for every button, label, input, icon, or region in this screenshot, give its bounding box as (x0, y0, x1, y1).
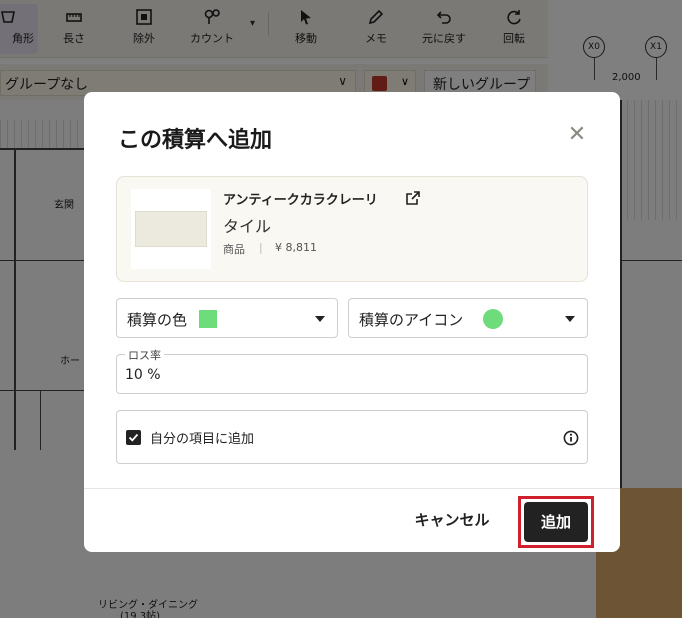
product-type: 商品 (223, 243, 245, 256)
external-link-icon[interactable] (405, 190, 421, 206)
product-name: アンティークカラクレーリ (223, 193, 378, 208)
add-to-my-items-row: 自分の項目に追加 (116, 410, 588, 464)
product-thumbnail (131, 189, 211, 269)
estimate-icon-swatch (483, 309, 503, 329)
product-separator: | (259, 241, 263, 254)
product-card: アンティークカラクレーリ タイル 商品 | ¥ 8,811 (116, 176, 588, 282)
dropdown-arrow-icon (565, 316, 575, 322)
info-icon[interactable] (563, 430, 579, 446)
add-to-my-items-checkbox[interactable] (126, 430, 141, 445)
cancel-button[interactable]: キャンセル (402, 504, 502, 536)
dropdown-arrow-icon (315, 316, 325, 322)
close-button[interactable]: ✕ (564, 122, 590, 148)
loss-rate-label: ロス率 (125, 347, 164, 363)
estimate-color-label: 積算の色 (127, 311, 188, 329)
check-icon (128, 433, 139, 442)
close-icon: ✕ (567, 122, 587, 147)
estimate-icon-label: 積算のアイコン (359, 311, 464, 329)
footer-divider (84, 488, 620, 489)
product-price: ¥ 8,811 (275, 241, 317, 254)
add-button[interactable]: 追加 (524, 502, 588, 542)
estimate-icon-dropdown[interactable]: 積算のアイコン (348, 298, 588, 338)
dialog-title: この積算へ追加 (118, 128, 273, 153)
estimate-color-swatch (199, 310, 217, 328)
add-to-my-items-label: 自分の項目に追加 (150, 432, 255, 447)
add-to-estimate-dialog: この積算へ追加 ✕ アンティークカラクレーリ タイル 商品 | ¥ 8,811 … (84, 92, 620, 552)
product-category: タイル (223, 217, 272, 236)
loss-rate-field[interactable]: ロス率 10 % (116, 347, 588, 394)
estimate-color-dropdown[interactable]: 積算の色 (116, 298, 338, 338)
tile-image (135, 211, 207, 247)
loss-rate-value[interactable]: 10 % (125, 367, 161, 383)
